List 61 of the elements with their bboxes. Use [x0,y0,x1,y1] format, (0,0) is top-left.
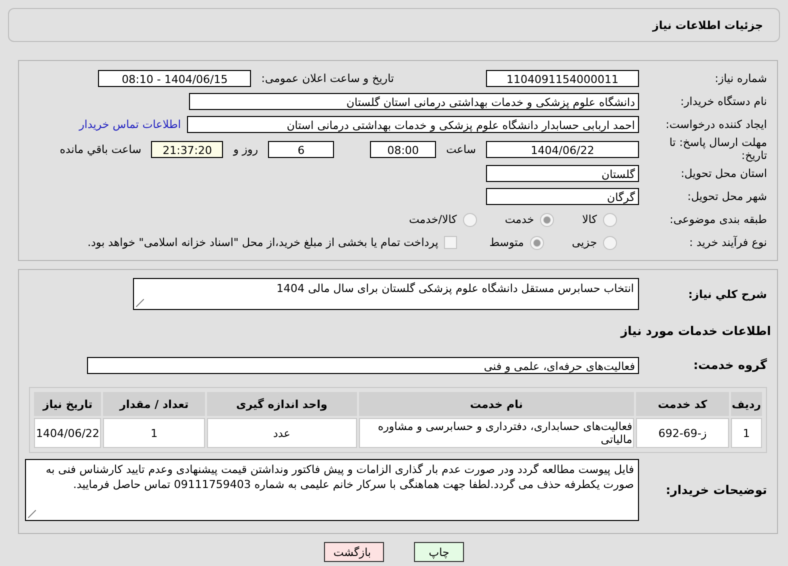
column-header: نام خدمت [358,392,634,416]
text-area-content: فایل پیوست مطالعه گردد ودر صورت عدم بار گذاری الزامات و پیش فاکتور ونداشتن قیمت پیشنهادی وعدم تایید کارشناس فنی به صورت یکطرفه حذف می گردد.لطفا جهت هماهنگی با سرکار خانم علیمی به شماره 09111759403 تماس حاصل فرمایید. [44,462,635,493]
text-field[interactable]: 1404/06/22 [486,140,639,158]
field-label: استان محل تحویل: [680,167,768,180]
table-cell: 1 [103,418,205,448]
checkbox[interactable] [444,236,458,249]
field-label: شرح کلي نیاز: [687,288,768,300]
countdown-field: 21:37:20 [151,140,224,158]
table-cell: عدد [206,418,357,448]
field-label: گروه خدمت: [692,359,768,372]
field-label: نوع فرآیند خرید : [688,236,768,249]
text-field[interactable]: دانشگاه علوم پزشکی و خدمات بهداشتی درمانی استان گلستان [189,93,639,110]
text-area[interactable] [25,459,639,521]
text-field[interactable]: احمد اربابی حسابدار دانشگاه علوم پزشکی و خدمات بهداشتی درمانی استان [187,116,639,133]
section-title: اطلاعات خدمات مورد نیاز [619,324,771,338]
table-cell: ز-69-692 [636,418,729,448]
field-label: شماره نیاز: [714,72,768,85]
column-header: ردیف [730,392,762,416]
radio-button[interactable] [603,236,617,250]
resize-grip-icon [136,299,144,307]
field-label: روز و [233,142,258,156]
field-label: ساعت [446,142,476,156]
field-label: شهر محل تحویل: [686,190,768,203]
field-label: نام دستگاه خریدار: [679,95,768,108]
text-field[interactable]: فعالیت‌های حرفه‌ای، علمی و فنی [87,357,639,374]
table-cell: 1404/06/22 [34,418,102,448]
text-area-content: انتخاب حسابرس مستقل دانشگاه علوم پزشکی گلستان برای سال مالی 1404 [275,281,635,297]
column-header: تعداد / مقدار [103,392,205,416]
table-cell: فعالیت‌های حسابداری، دفترداری و حسابرسی و مشاوره مالیاتی [358,418,634,448]
field-label: ایجاد کننده درخواست: [664,118,768,131]
text-field[interactable]: گلستان [486,165,639,182]
field-label: متوسط [489,236,524,249]
text-field[interactable]: گرگان [486,188,639,205]
radio-button[interactable] [540,212,554,226]
column-header: تاریخ نیاز [34,392,102,416]
field-label: تاریخ و ساعت اعلان عمومی: [261,72,394,85]
field-label: جزیی [572,236,597,249]
text-area[interactable]: انتخاب حسابرس مستقل دانشگاه علوم پزشکی گلستان برای سال مالی 1404 [133,278,639,310]
field-label: کالا [582,213,597,226]
table-cell: 1 [730,418,762,448]
text-field[interactable]: 1404/06/15 - 08:10 [98,70,252,87]
contact-link[interactable]: اطلاعات تماس خریدار [79,118,181,131]
radio-button[interactable] [462,212,477,226]
column-header: کد خدمت [636,392,729,416]
text-field[interactable]: 08:00 [370,140,436,158]
radio-button[interactable] [603,212,617,226]
resize-grip-icon [28,510,36,518]
print-button[interactable]: چاپ [414,542,464,562]
radio-button[interactable] [530,236,544,250]
field-label: ساعت باقي مانده [60,142,142,156]
page-title: جزئیات اطلاعات نیاز [652,18,763,32]
text-field[interactable]: 1104091154000011 [486,70,639,87]
back-button[interactable]: بازگشت [324,542,384,562]
field-label: خدمت [504,213,534,226]
field-label: پرداخت تمام یا بخشی از مبلغ خرید،از محل "اسناد خزانه اسلامی" خواهد بود. [88,236,438,249]
field-label: کالا/خدمت [409,213,457,226]
field-label: مهلت ارسال پاسخ: تا تاریخ: [668,136,768,162]
field-label: توضیحات خریدار: [664,484,768,496]
field-label: طبقه بندی موضوعی: [668,213,768,226]
column-header: واحد اندازه گیری [206,392,357,416]
text-field[interactable]: 6 [268,140,334,158]
